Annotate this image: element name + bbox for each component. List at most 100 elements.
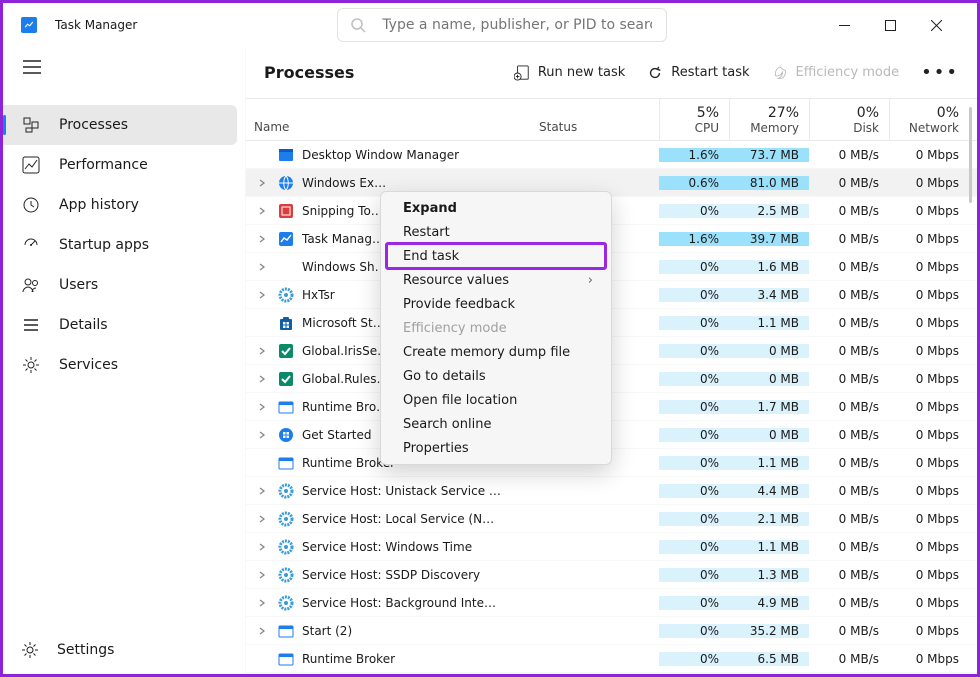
expand-chevron-icon[interactable]	[254, 486, 270, 496]
expand-chevron-icon[interactable]	[254, 542, 270, 552]
sidebar-item-processes[interactable]: Processes	[3, 105, 237, 145]
process-name: Global.Rules…	[302, 372, 388, 386]
context-menu-item[interactable]: Restart	[385, 220, 607, 244]
cpu-usage: 0%	[659, 288, 729, 302]
table-row[interactable]: Service Host: Local Service (N…0%2.1 MB0…	[246, 505, 977, 533]
sidebar-item-settings[interactable]: Settings	[3, 626, 245, 674]
column-disk[interactable]: 0%Disk	[809, 99, 889, 140]
disk-usage: 0 MB/s	[809, 260, 889, 274]
column-status[interactable]: Status	[529, 99, 659, 140]
expand-chevron-icon[interactable]	[254, 402, 270, 412]
users-icon	[21, 276, 41, 294]
sidebar-item-services[interactable]: Services	[3, 345, 237, 385]
sidebar-item-users[interactable]: Users	[3, 265, 237, 305]
expand-chevron-icon[interactable]	[254, 570, 270, 580]
hamburger-button[interactable]	[3, 47, 245, 87]
context-menu-item[interactable]: Go to details	[385, 364, 607, 388]
column-network[interactable]: 0%Network	[889, 99, 969, 140]
search-box[interactable]	[337, 8, 667, 42]
close-button[interactable]	[913, 3, 959, 47]
cpu-usage: 0%	[659, 344, 729, 358]
cpu-usage: 1.6%	[659, 232, 729, 246]
expand-chevron-icon[interactable]	[254, 234, 270, 244]
cpu-usage: 0%	[659, 540, 729, 554]
table-row[interactable]: Runtime Broker0%6.5 MB0 MB/s0 Mbps	[246, 645, 977, 673]
expand-chevron-icon[interactable]	[254, 626, 270, 636]
sidebar-item-startup-apps[interactable]: Startup apps	[3, 225, 237, 265]
disk-usage: 0 MB/s	[809, 624, 889, 638]
sidebar-item-label: Startup apps	[59, 237, 149, 253]
column-name[interactable]: Name	[246, 99, 529, 140]
context-menu-item[interactable]: Resource values›	[385, 268, 607, 292]
context-menu-item[interactable]: Search online	[385, 412, 607, 436]
expand-chevron-icon[interactable]	[254, 598, 270, 608]
memory-usage: 1.6 MB	[729, 260, 809, 274]
services-icon	[21, 356, 41, 374]
minimize-button[interactable]	[821, 3, 867, 47]
expand-chevron-icon[interactable]	[254, 262, 270, 272]
expand-chevron-icon[interactable]	[254, 290, 270, 300]
more-options-button[interactable]: •••	[921, 62, 959, 83]
table-row[interactable]: Service Host: Background Inte…0%4.9 MB0 …	[246, 589, 977, 617]
table-row[interactable]: Service Host: Windows Time0%1.1 MB0 MB/s…	[246, 533, 977, 561]
expand-chevron-icon[interactable]	[254, 514, 270, 524]
title-bar: Task Manager	[3, 3, 977, 47]
context-menu-item[interactable]: Expand	[385, 196, 607, 220]
expand-chevron-icon[interactable]	[254, 374, 270, 384]
disk-usage: 0 MB/s	[809, 428, 889, 442]
memory-usage: 3.4 MB	[729, 288, 809, 302]
memory-usage: 35.2 MB	[729, 624, 809, 638]
process-icon	[278, 399, 294, 415]
process-icon	[278, 371, 294, 387]
table-row[interactable]: Start (2)0%35.2 MB0 MB/s0 Mbps	[246, 617, 977, 645]
memory-usage: 0 MB	[729, 372, 809, 386]
maximize-button[interactable]	[867, 3, 913, 47]
expand-chevron-icon[interactable]	[254, 346, 270, 356]
efficiency-mode-button[interactable]: Efficiency mode	[772, 65, 900, 81]
process-icon	[278, 343, 294, 359]
performance-icon	[21, 156, 41, 174]
expand-chevron-icon[interactable]	[254, 178, 270, 188]
context-menu-item[interactable]: Open file location	[385, 388, 607, 412]
network-usage: 0 Mbps	[889, 596, 969, 610]
context-menu-item[interactable]: Provide feedback	[385, 292, 607, 316]
context-menu-item[interactable]: Create memory dump file	[385, 340, 607, 364]
cpu-usage: 0%	[659, 568, 729, 582]
process-name: Microsoft St…	[302, 316, 385, 330]
context-menu-item-end-task[interactable]: End task	[385, 242, 607, 270]
sidebar-item-app-history[interactable]: App history	[3, 185, 237, 225]
expand-chevron-icon[interactable]	[254, 430, 270, 440]
process-icon	[278, 455, 294, 471]
network-usage: 0 Mbps	[889, 260, 969, 274]
sidebar: Processes Performance App history Startu…	[3, 47, 245, 674]
column-memory[interactable]: 27%Memory	[729, 99, 809, 140]
vertical-scrollbar[interactable]	[969, 107, 972, 203]
restart-task-button[interactable]: Restart task	[647, 65, 749, 81]
table-row[interactable]: Desktop Window Manager1.6%73.7 MB0 MB/s0…	[246, 141, 977, 169]
table-row[interactable]: Service Host: Unistack Service …0%4.4 MB…	[246, 477, 977, 505]
run-new-task-button[interactable]: Run new task	[514, 65, 625, 81]
history-icon	[21, 196, 41, 214]
process-name: Snipping To…	[302, 204, 383, 218]
sidebar-item-performance[interactable]: Performance	[3, 145, 237, 185]
memory-usage: 4.4 MB	[729, 484, 809, 498]
sidebar-item-label: App history	[59, 197, 139, 213]
expand-chevron-icon[interactable]	[254, 206, 270, 216]
cpu-usage: 0%	[659, 456, 729, 470]
column-cpu[interactable]: 5%CPU	[659, 99, 729, 140]
network-usage: 0 Mbps	[889, 512, 969, 526]
table-row[interactable]: Service Host: SSDP Discovery0%1.3 MB0 MB…	[246, 561, 977, 589]
process-icon	[278, 287, 294, 303]
memory-usage: 6.5 MB	[729, 652, 809, 666]
context-menu-item[interactable]: Properties	[385, 436, 607, 460]
sidebar-item-label: Details	[59, 317, 108, 333]
process-name: Global.IrisSe…	[302, 344, 389, 358]
table-row[interactable]: Windows Ex…0.6%81.0 MB0 MB/s0 Mbps	[246, 169, 977, 197]
process-name: Service Host: Background Inte…	[302, 596, 496, 610]
process-icon	[278, 651, 294, 667]
app-icon	[21, 17, 37, 33]
table-header: Name Status 5%CPU 27%Memory 0%Disk 0%Net…	[246, 99, 977, 141]
sidebar-item-details[interactable]: Details	[3, 305, 237, 345]
memory-usage: 0 MB	[729, 428, 809, 442]
search-input[interactable]	[380, 16, 654, 34]
